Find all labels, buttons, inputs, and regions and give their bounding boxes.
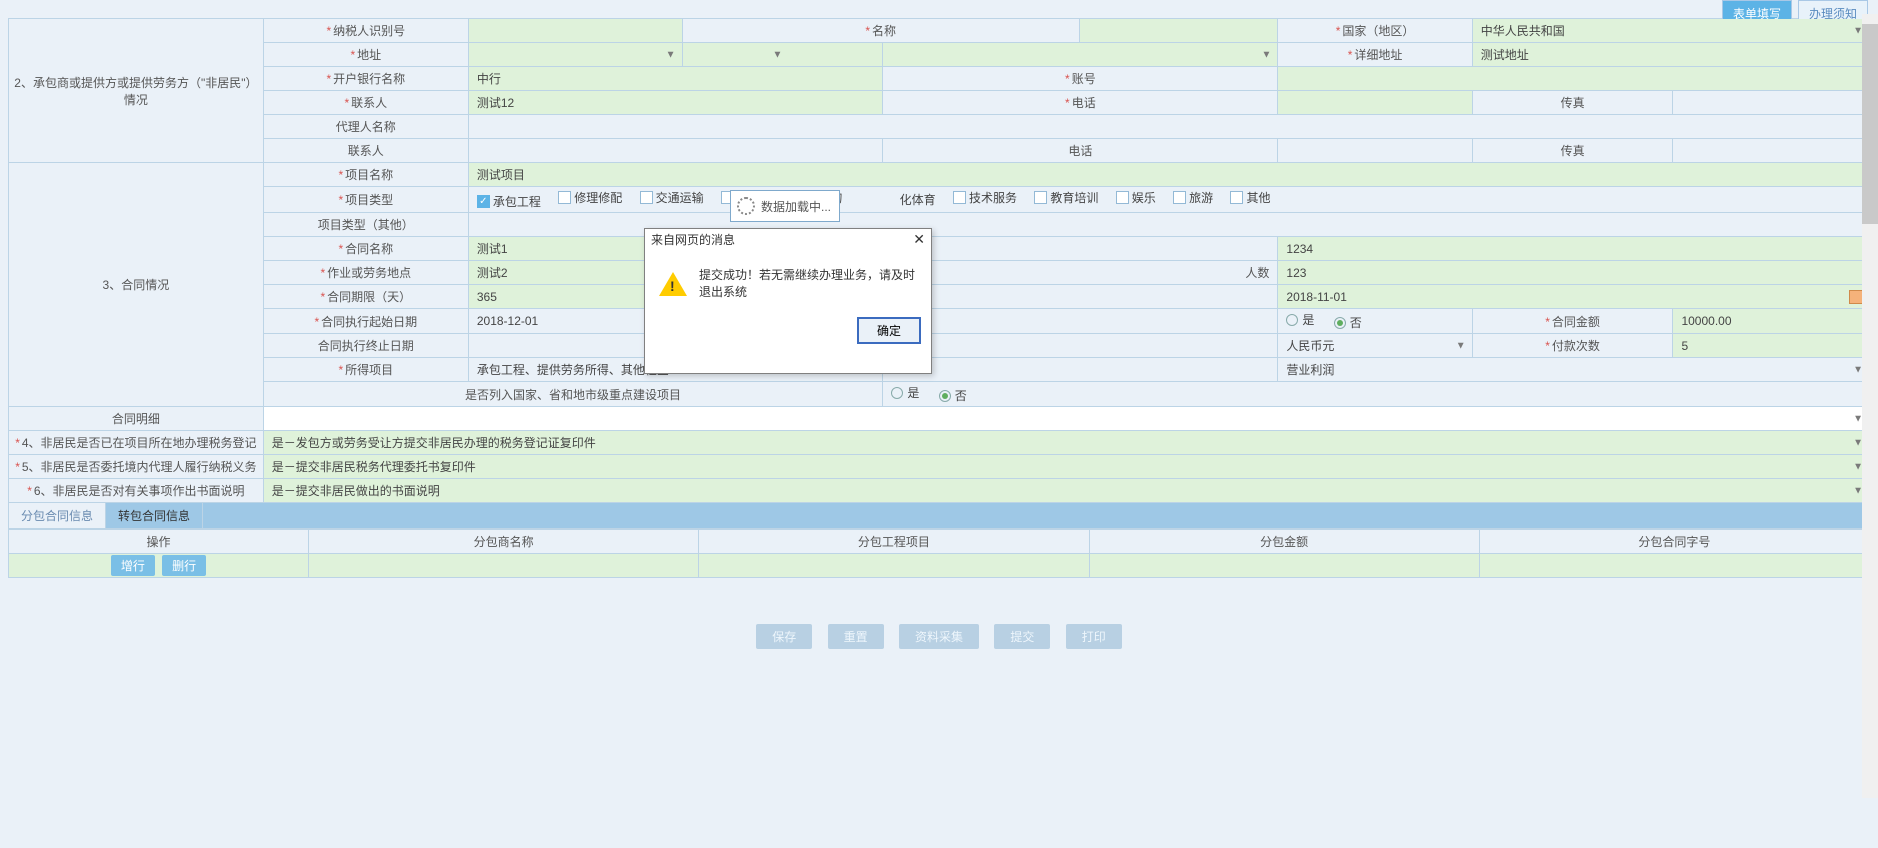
- ok-button[interactable]: 确定: [857, 317, 921, 344]
- close-icon[interactable]: ✕: [913, 231, 925, 248]
- dialog-title: 来自网页的消息: [651, 231, 735, 248]
- spinner-icon: [737, 197, 755, 215]
- warning-icon: [659, 272, 687, 296]
- dialog-message: 提交成功！若无需继续办理业务，请及时退出系统: [699, 267, 917, 301]
- overlay: 数据加载中... 来自网页的消息 ✕ 提交成功！若无需继续办理业务，请及时退出系…: [0, 0, 1878, 848]
- message-dialog: 来自网页的消息 ✕ 提交成功！若无需继续办理业务，请及时退出系统 确定: [644, 228, 932, 374]
- loading-toast: 数据加载中...: [730, 190, 840, 222]
